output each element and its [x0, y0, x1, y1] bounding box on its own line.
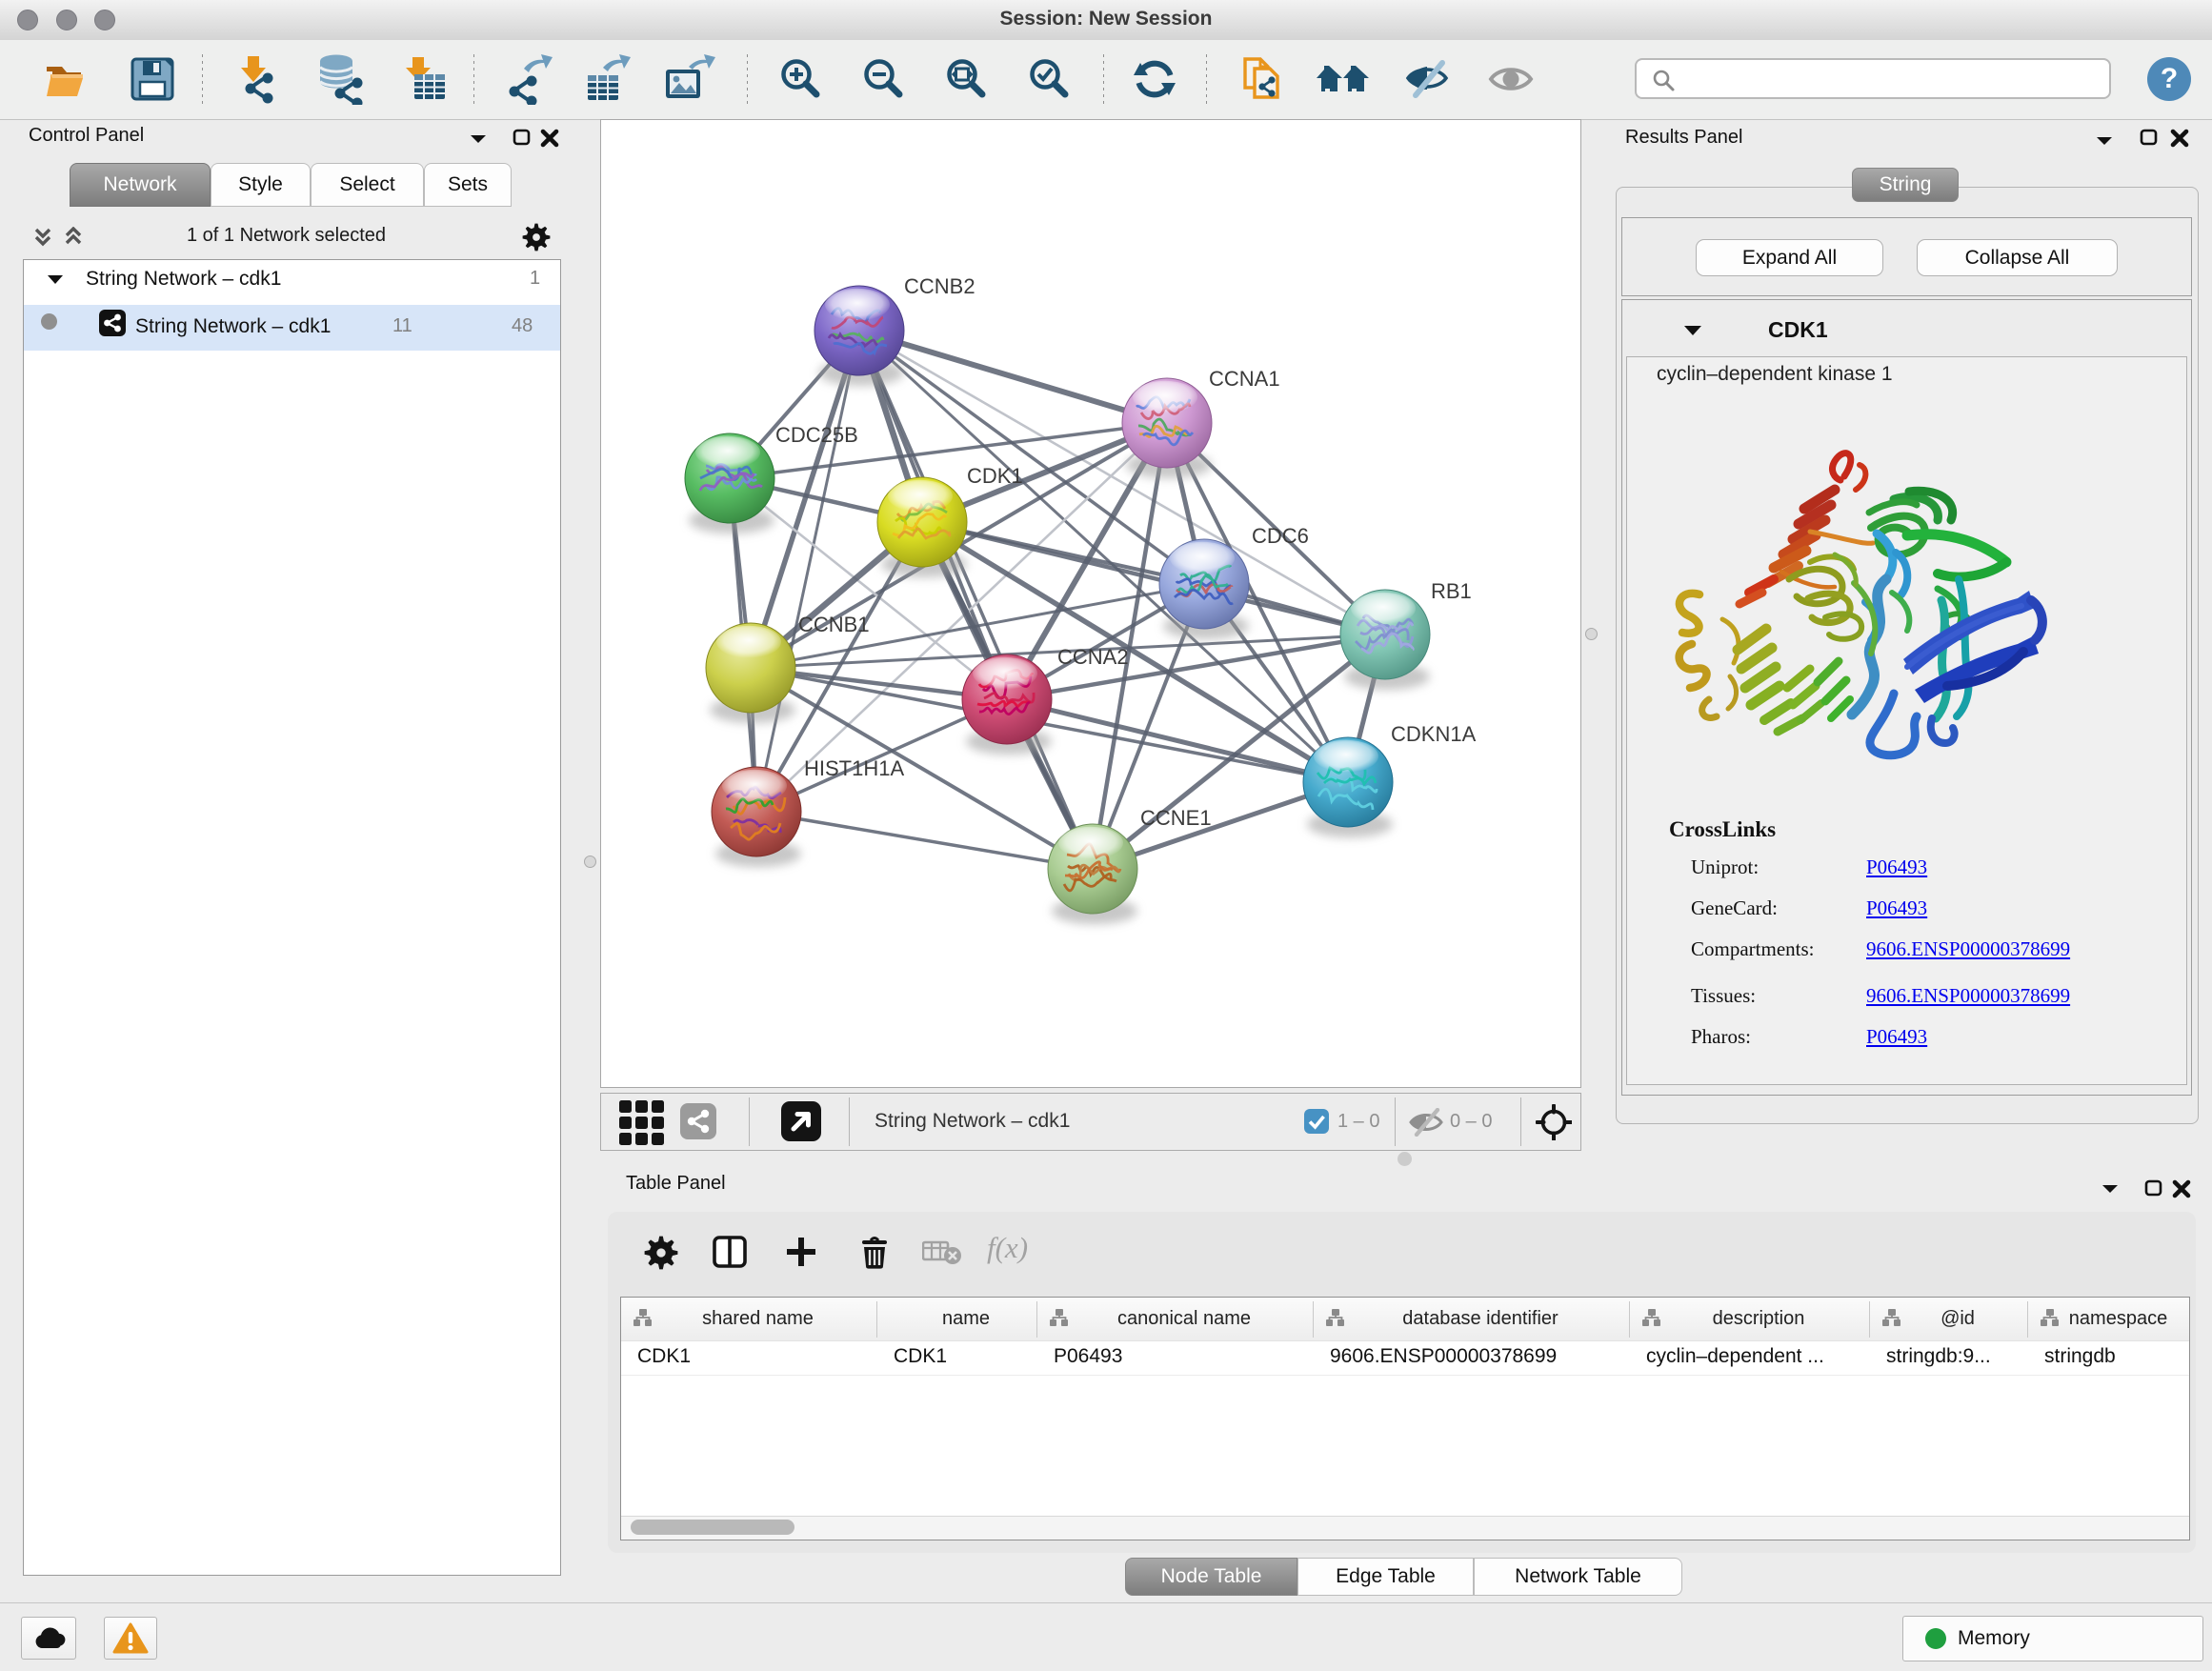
svg-text:CDK1: CDK1: [967, 464, 1023, 488]
svg-text:CDC6: CDC6: [1252, 524, 1309, 548]
svg-text:CCNA2: CCNA2: [1057, 645, 1129, 669]
svg-text:CDC25B: CDC25B: [775, 423, 858, 447]
svg-text:CDKN1A: CDKN1A: [1391, 722, 1477, 746]
svg-text:CCNB2: CCNB2: [904, 274, 975, 298]
svg-text:CCNA1: CCNA1: [1209, 367, 1280, 391]
svg-text:RB1: RB1: [1431, 579, 1472, 603]
svg-text:CCNE1: CCNE1: [1140, 806, 1212, 830]
svg-text:CCNB1: CCNB1: [798, 613, 870, 636]
svg-text:HIST1H1A: HIST1H1A: [804, 756, 904, 780]
